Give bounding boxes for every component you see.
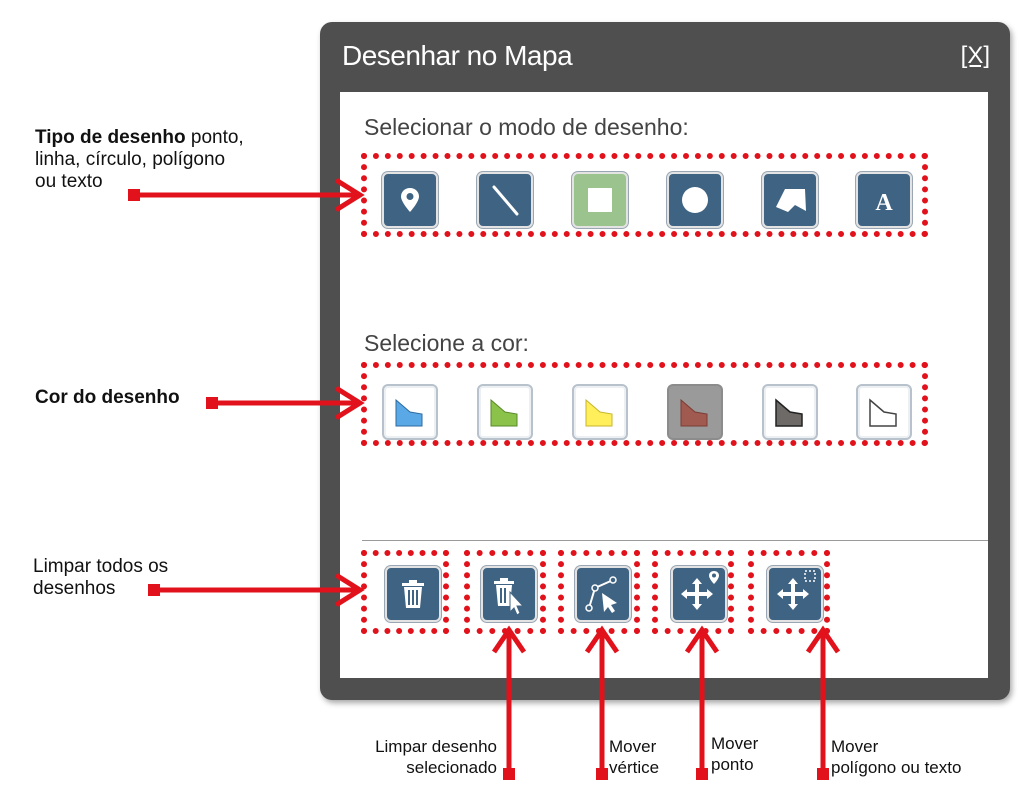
annotation-move-vertex: Mover vértice [609,737,660,777]
annotation-clear-all: Limpar todos os desenhos [33,556,169,599]
annotation-color: Cor do desenho [35,387,180,408]
annotation-move-shape: Mover polígono ou texto [831,737,962,777]
annotation-draw-type: Tipo de desenho ponto, linha, círculo, p… [35,127,244,192]
annotation-move-point: Mover ponto [711,734,759,774]
annotation-clear-selected: Limpar desenho selecionado [375,737,497,777]
